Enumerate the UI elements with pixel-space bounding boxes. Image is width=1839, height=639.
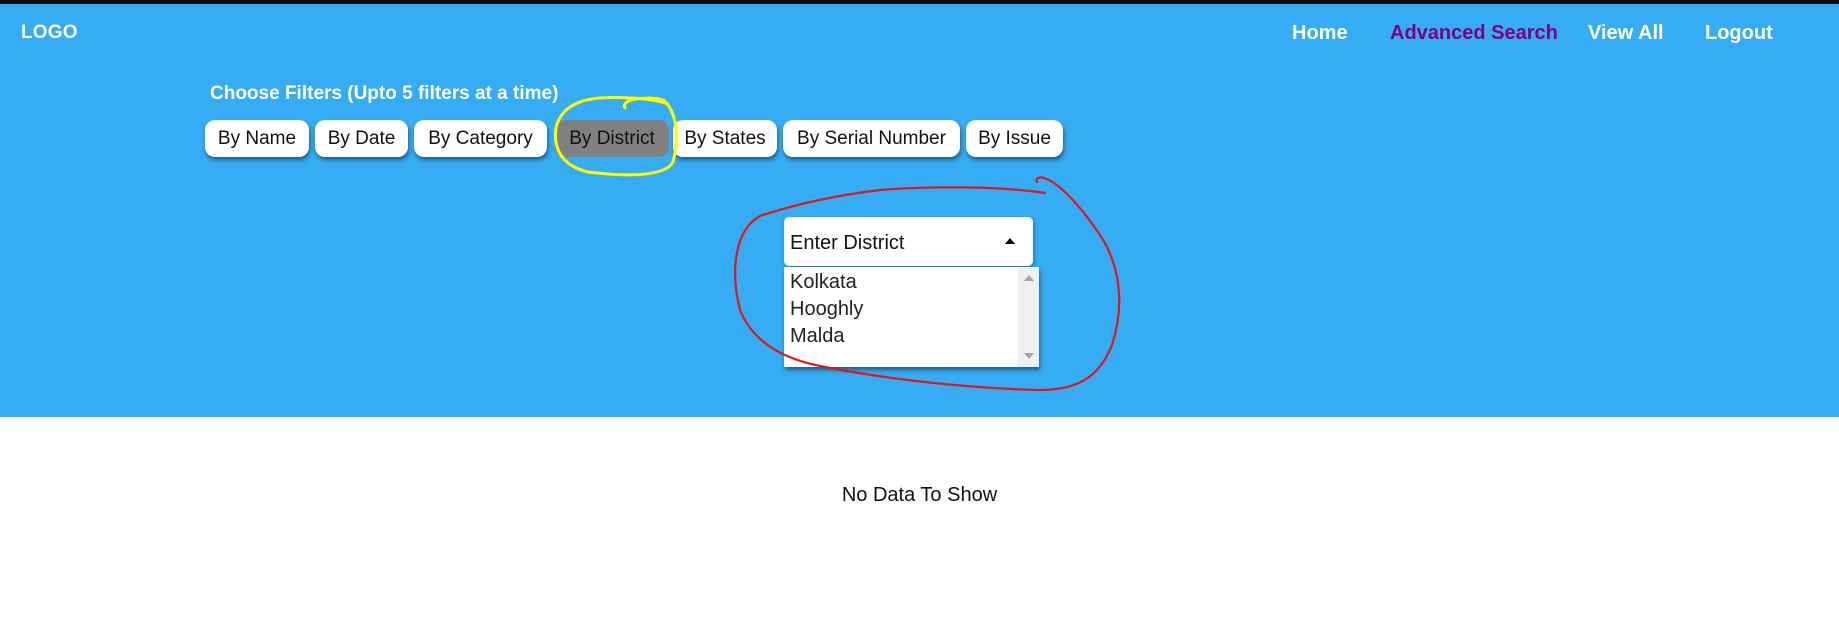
nav-advanced-search[interactable]: Advanced Search [1390,22,1558,45]
district-option-malda[interactable]: Malda [790,325,844,348]
dropdown-scrollbar[interactable] [1018,267,1039,367]
district-select[interactable]: Enter District [784,217,1033,266]
nav-logout[interactable]: Logout [1705,22,1773,45]
district-option-hooghly[interactable]: Hooghly [790,298,863,321]
scroll-down-arrow-icon[interactable] [1024,353,1034,359]
empty-results-message: No Data To Show [841,484,998,506]
district-dropdown-list: Kolkata Hooghly Malda [784,267,1039,367]
filter-by-serial-number-button[interactable]: By Serial Number [783,120,960,157]
nav-view-all[interactable]: View All [1588,22,1664,45]
caret-up-icon[interactable] [1005,238,1015,244]
main-nav: Home Advanced Search View All Logout [0,22,1839,50]
nav-home[interactable]: Home [1292,22,1348,45]
district-option-kolkata[interactable]: Kolkata [790,271,857,294]
filter-by-name-button[interactable]: By Name [205,120,309,157]
filters-heading: Choose Filters (Upto 5 filters at a time… [210,83,559,104]
filter-by-states-button[interactable]: By States [673,120,777,157]
filter-by-issue-button[interactable]: By Issue [966,120,1063,157]
filter-by-district-button[interactable]: By District [555,120,669,157]
filter-by-date-button[interactable]: By Date [315,120,408,157]
scroll-up-arrow-icon[interactable] [1024,275,1034,281]
filter-by-category-button[interactable]: By Category [414,120,547,157]
district-select-placeholder: Enter District [790,232,905,254]
